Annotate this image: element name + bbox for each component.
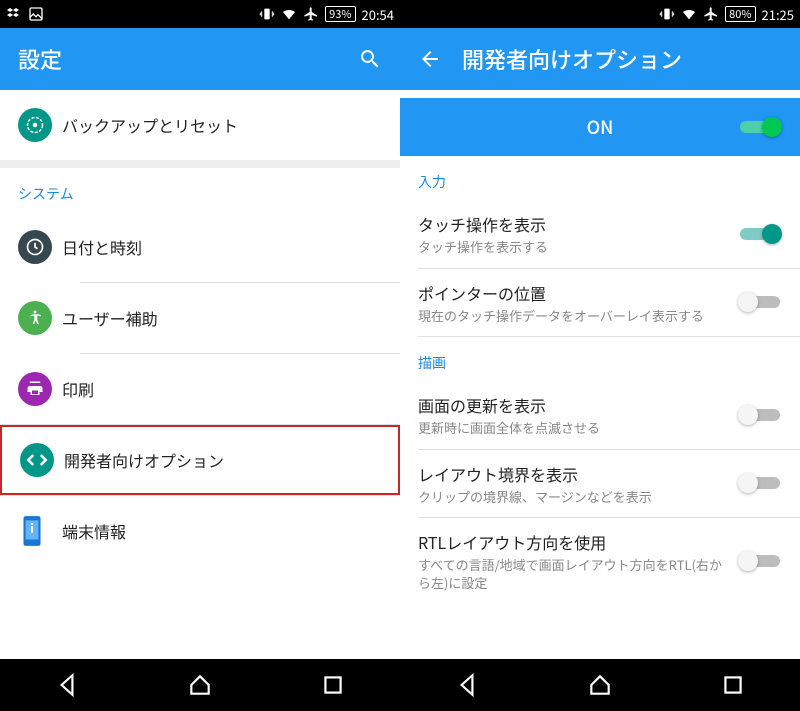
svg-text:i: i xyxy=(30,518,34,537)
section-header-drawing: 描画 xyxy=(400,337,800,381)
dropbox-icon xyxy=(6,6,22,22)
switch-rtl-layout[interactable] xyxy=(738,551,782,571)
nav-home-button[interactable] xyxy=(570,665,630,705)
list-item-label: 日付と時刻 xyxy=(62,235,372,259)
list-item-datetime[interactable]: 日付と時刻 xyxy=(0,212,400,282)
list-item-about[interactable]: i 端末情報 xyxy=(0,496,400,566)
list-item-developer-options[interactable]: 開発者向けオプション xyxy=(0,425,400,495)
about-icon: i xyxy=(18,514,46,548)
clock: 20:54 xyxy=(362,5,394,24)
option-sub: すべての言語/地域で画面レイアウト方向をRTL(右から左)に設定 xyxy=(418,556,728,591)
airplane-icon xyxy=(703,6,719,22)
switch-show-touches[interactable] xyxy=(738,224,782,244)
option-label: レイアウト境界を表示 xyxy=(418,462,728,486)
switch-pointer-location[interactable] xyxy=(738,292,782,312)
devopts-icon xyxy=(20,443,54,477)
list-item-label: 開発者向けオプション xyxy=(64,448,370,472)
settings-list: バックアップとリセット システム 日付と時刻 ユーザー補助 印刷 開発者向けオプ… xyxy=(0,90,400,659)
option-sub: 現在のタッチ操作データをオーバーレイ表示する xyxy=(418,307,728,325)
option-label: RTLレイアウト方向を使用 xyxy=(418,530,728,554)
option-show-updates[interactable]: 画面の更新を表示 更新時に画面全体を点滅させる xyxy=(400,381,800,449)
back-arrow-icon[interactable] xyxy=(418,47,442,71)
option-rtl-layout[interactable]: RTLレイアウト方向を使用 すべての言語/地域で画面レイアウト方向をRTL(右か… xyxy=(400,518,800,603)
section-header-input: 入力 xyxy=(400,156,800,200)
master-switch[interactable] xyxy=(738,117,782,137)
list-item-label: ユーザー補助 xyxy=(62,306,372,330)
left-screen: 93% 20:54 設定 バックアップとリセット システム 日付と時刻 ユーザー… xyxy=(0,0,400,711)
backup-icon xyxy=(18,108,52,142)
nav-recents-button[interactable] xyxy=(703,665,763,705)
switch-layout-bounds[interactable] xyxy=(738,473,782,493)
vibrate-icon xyxy=(259,6,275,22)
list-item-label: 印刷 xyxy=(62,377,372,401)
print-icon xyxy=(18,372,52,406)
nav-back-button[interactable] xyxy=(37,665,97,705)
nav-bar xyxy=(0,659,400,711)
nav-back-button[interactable] xyxy=(437,665,497,705)
app-bar-left: 設定 xyxy=(0,28,400,90)
option-label: タッチ操作を表示 xyxy=(418,212,728,236)
wifi-icon xyxy=(681,6,697,22)
option-sub: クリップの境界線、マージンなどを表示 xyxy=(418,488,728,506)
option-label: 画面の更新を表示 xyxy=(418,393,728,417)
battery-indicator: 80% xyxy=(725,6,755,22)
option-sub: 更新時に画面全体を点滅させる xyxy=(418,419,728,437)
nav-recents-button[interactable] xyxy=(303,665,363,705)
section-header-system: システム xyxy=(0,168,400,212)
image-icon xyxy=(28,6,44,22)
option-show-touches[interactable]: タッチ操作を表示 タッチ操作を表示する xyxy=(400,200,800,268)
airplane-icon xyxy=(303,6,319,22)
list-item-backup[interactable]: バックアップとリセット xyxy=(0,90,400,160)
status-bar-left: 93% 20:54 xyxy=(0,0,400,28)
option-label: ポインターの位置 xyxy=(418,281,728,305)
clock-icon xyxy=(18,230,52,264)
options-list: 入力 タッチ操作を表示 タッチ操作を表示する ポインターの位置 現在のタッチ操作… xyxy=(400,156,800,659)
accessibility-icon xyxy=(18,301,52,335)
page-title: 開発者向けオプション xyxy=(462,43,682,75)
list-item-print[interactable]: 印刷 xyxy=(0,354,400,424)
list-item-label: 端末情報 xyxy=(62,519,372,543)
master-toggle-row[interactable]: ON xyxy=(400,98,800,156)
app-bar-right: 開発者向けオプション xyxy=(400,28,800,90)
list-item-label: バックアップとリセット xyxy=(62,113,372,137)
nav-home-button[interactable] xyxy=(170,665,230,705)
switch-show-updates[interactable] xyxy=(738,405,782,425)
page-title: 設定 xyxy=(18,43,62,75)
master-toggle-label: ON xyxy=(587,114,614,140)
vibrate-icon xyxy=(659,6,675,22)
right-screen: 80% 21:25 開発者向けオプション ON 入力 タッチ操作を表示 タッチ操… xyxy=(400,0,800,711)
wifi-icon xyxy=(281,6,297,22)
option-layout-bounds[interactable]: レイアウト境界を表示 クリップの境界線、マージンなどを表示 xyxy=(400,450,800,518)
option-sub: タッチ操作を表示する xyxy=(418,238,728,256)
list-item-accessibility[interactable]: ユーザー補助 xyxy=(0,283,400,353)
battery-indicator: 93% xyxy=(325,6,355,22)
search-icon[interactable] xyxy=(358,47,382,71)
option-pointer-location[interactable]: ポインターの位置 現在のタッチ操作データをオーバーレイ表示する xyxy=(400,269,800,337)
status-bar-right: 80% 21:25 xyxy=(400,0,800,28)
clock: 21:25 xyxy=(762,5,794,24)
nav-bar xyxy=(400,659,800,711)
